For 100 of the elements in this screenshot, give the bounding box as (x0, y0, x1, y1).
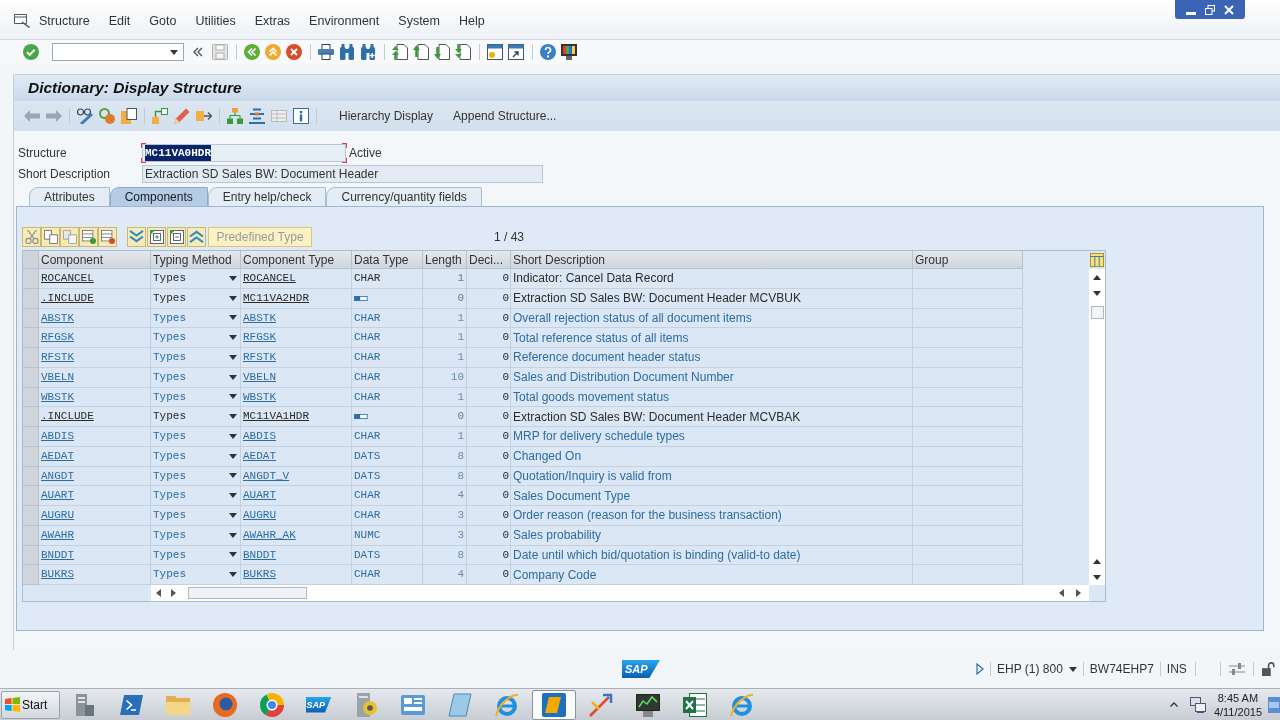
component-type-cell[interactable]: RFSTK (241, 348, 352, 368)
clipboard-icon[interactable] (121, 108, 137, 124)
play-icon[interactable] (976, 663, 984, 675)
start-button[interactable]: Start (1, 690, 60, 719)
insert-row-button[interactable] (79, 226, 98, 247)
typing-method-dropdown[interactable]: Types (151, 288, 241, 309)
typing-method-dropdown[interactable]: Types (151, 427, 241, 447)
find-icon[interactable] (339, 44, 355, 60)
component-cell[interactable]: ROCANCEL (39, 269, 151, 289)
menu-item[interactable]: Structure (39, 13, 90, 29)
menu-item[interactable]: Goto (149, 13, 177, 29)
component-cell[interactable]: VBELN (39, 367, 151, 388)
component-type-cell[interactable]: ROCANCEL (241, 269, 352, 289)
caret-icon[interactable] (1068, 666, 1077, 672)
sliders-icon[interactable] (1228, 663, 1245, 675)
scroll-right-icon[interactable] (171, 589, 176, 597)
component-type-cell[interactable]: AUART (241, 486, 352, 506)
print-icon[interactable] (318, 44, 334, 60)
previous-page-icon[interactable] (413, 44, 429, 60)
scroll-left-icon[interactable] (1059, 589, 1064, 597)
horizontal-scrollbar[interactable] (151, 585, 1089, 601)
tab[interactable]: Entry help/check (207, 187, 327, 206)
delete-row-button[interactable] (98, 226, 117, 247)
lines-icon[interactable] (249, 108, 265, 124)
typing-method-dropdown[interactable]: Types (151, 545, 241, 566)
typing-method-dropdown[interactable]: Types (151, 328, 241, 348)
typing-method-dropdown[interactable]: Types (151, 486, 241, 506)
component-cell[interactable]: AWAHR (39, 525, 151, 546)
component-cell[interactable]: ABDIS (39, 427, 151, 447)
typing-method-dropdown[interactable]: Types (151, 308, 241, 329)
first-page-icon[interactable] (392, 44, 408, 60)
pencil-icon[interactable] (174, 108, 190, 124)
component-cell[interactable]: RFSTK (39, 348, 151, 368)
remove-button[interactable] (167, 226, 186, 247)
column-header[interactable]: Typing Method (151, 251, 241, 269)
structure-field[interactable]: MC11VA0HDR (142, 144, 346, 162)
find-next-icon[interactable] (360, 44, 376, 60)
component-type-cell[interactable]: MC11VA1HDR (241, 407, 352, 427)
paste-button[interactable] (60, 226, 79, 247)
typing-method-dropdown[interactable]: Types (151, 446, 241, 467)
menu-item[interactable]: Environment (309, 13, 380, 29)
component-type-cell[interactable]: ABSTK (241, 308, 352, 329)
box-arrow-icon[interactable] (196, 108, 212, 124)
component-type-cell[interactable]: VBELN (241, 367, 352, 388)
column-header[interactable]: Short Description (511, 251, 913, 269)
column-layout-icon[interactable] (1090, 253, 1104, 267)
shortcut-icon[interactable] (508, 44, 524, 60)
column-header[interactable]: Component Type (241, 251, 352, 269)
component-type-cell[interactable]: ANGDT_V (241, 466, 352, 487)
scroll-thumb[interactable] (1090, 306, 1104, 319)
show-desktop-icon[interactable] (1268, 696, 1280, 713)
component-cell[interactable]: AUART (39, 486, 151, 506)
copy-button[interactable] (41, 226, 60, 247)
typing-method-dropdown[interactable]: Types (151, 506, 241, 526)
cut-button[interactable] (22, 226, 41, 247)
column-header[interactable]: Length (423, 251, 467, 269)
scroll-down-icon[interactable] (1093, 291, 1101, 296)
component-cell[interactable]: ANGDT (39, 466, 151, 487)
menu-item[interactable]: Utilities (195, 13, 236, 29)
column-header[interactable]: Data Type (352, 251, 423, 269)
component-cell[interactable]: AEDAT (39, 446, 151, 467)
forward-arrow-icon[interactable] (46, 110, 62, 122)
component-cell[interactable]: .INCLUDE (39, 288, 151, 309)
column-header[interactable]: Group (913, 251, 1023, 269)
component-cell[interactable]: AUGRU (39, 506, 151, 526)
chevron-up-icon[interactable] (1169, 702, 1178, 707)
scroll-thumb[interactable] (188, 587, 307, 599)
back-arrow-icon[interactable] (24, 110, 40, 122)
typing-method-dropdown[interactable]: Types (151, 348, 241, 368)
component-cell[interactable]: BUKRS (39, 565, 151, 585)
new-window-icon[interactable] (487, 44, 503, 60)
typing-method-dropdown[interactable]: Types (151, 387, 241, 408)
scroll-up-icon[interactable] (1093, 275, 1101, 280)
component-type-cell[interactable]: ABDIS (241, 427, 352, 447)
scroll-up-icon[interactable] (1093, 559, 1101, 564)
network-icon[interactable] (1189, 696, 1206, 713)
component-type-cell[interactable]: MC11VA2HDR (241, 288, 352, 309)
monitor-icon[interactable] (561, 44, 577, 60)
back-icon[interactable] (244, 44, 260, 60)
hierarchy-icon[interactable] (227, 108, 243, 124)
component-cell[interactable]: WBSTK (39, 387, 151, 408)
menu-item[interactable]: Edit (108, 13, 131, 29)
last-page-icon[interactable] (455, 44, 471, 60)
component-cell[interactable]: RFGSK (39, 328, 151, 348)
scroll-left-icon[interactable] (156, 589, 161, 597)
toolbar-button[interactable]: Append Structure... (450, 107, 560, 125)
typing-method-dropdown[interactable]: Types (151, 466, 241, 487)
component-cell[interactable]: BNDDT (39, 545, 151, 566)
taskbar-button[interactable]: SAP (296, 689, 341, 720)
typing-method-dropdown[interactable]: Types (151, 407, 241, 427)
collapse-button[interactable] (187, 226, 206, 247)
toolbar-button[interactable]: Hierarchy Display (336, 107, 437, 125)
menu-item[interactable]: System (398, 13, 440, 29)
menu-item[interactable]: Help (459, 13, 485, 29)
lock-icon[interactable] (1261, 662, 1276, 676)
next-page-icon[interactable] (434, 44, 450, 60)
column-header[interactable]: Deci... (467, 251, 511, 269)
expand-button[interactable] (127, 226, 146, 247)
cancel-icon[interactable] (286, 44, 302, 60)
component-cell[interactable]: ABSTK (39, 308, 151, 329)
